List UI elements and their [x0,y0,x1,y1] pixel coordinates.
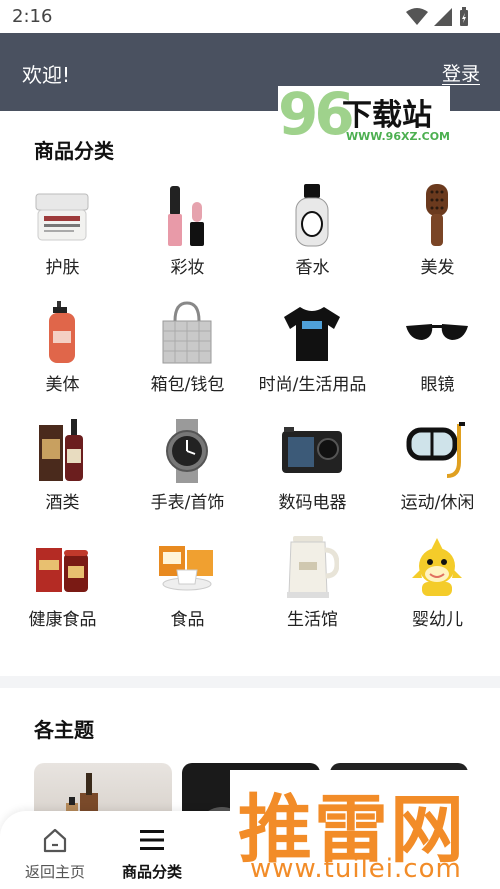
category-label: 彩妆 [170,258,205,278]
watermark-96xz: 96 下载站 WWW.96XZ.COM [278,80,450,148]
category-sports[interactable]: 运动/休闲 [375,418,500,528]
category-baby[interactable]: 婴幼儿 [375,535,500,645]
category-label: 酒类 [45,493,80,513]
category-digital[interactable]: 数码电器 [250,418,375,528]
baby-shark-plush-icon [397,535,477,601]
category-living[interactable]: 生活馆 [250,535,375,645]
category-label: 香水 [295,258,330,278]
category-fashion[interactable]: 时尚/生活用品 [250,300,375,410]
category-hair[interactable]: 美发 [375,183,500,293]
category-food[interactable]: 食品 [125,535,250,645]
t-shirt-icon [272,300,352,366]
wristwatch-icon [147,418,227,484]
category-label: 数码电器 [278,493,347,513]
menu-icon [107,825,197,855]
category-label: 健康食品 [28,610,97,630]
category-label: 箱包/钱包 [150,375,225,395]
watermark-url: www.tuilei.com [250,854,462,884]
tote-bag-icon [147,300,227,366]
login-link[interactable]: 登录 [442,59,480,86]
category-liquor[interactable]: 酒类 [0,418,125,528]
lip-gloss-icon [147,183,227,249]
category-label: 婴幼儿 [412,610,463,630]
cream-jar-icon [22,183,102,249]
electric-kettle-icon [272,535,352,601]
tab-label: 商品分类 [121,863,182,881]
category-label: 美发 [420,258,455,278]
category-label: 护肤 [45,258,80,278]
status-icons [406,7,470,27]
hair-brush-icon [397,183,477,249]
welcome-text: 欢迎! [22,63,71,87]
home-icon [10,825,100,855]
category-label: 时尚/生活用品 [258,375,367,395]
sunglasses-icon [397,300,477,366]
body-wash-bottle-icon [22,300,102,366]
tea-set-icon [147,535,227,601]
tab-categories[interactable]: 商品分类 [107,825,197,882]
section-divider [0,676,500,688]
tab-home[interactable]: 返回主页 [10,825,100,882]
wifi-icon [406,8,428,25]
category-perfume[interactable]: 香水 [250,183,375,293]
ginseng-box-icon [22,535,102,601]
category-label: 手表/首饰 [150,493,225,513]
category-label: 生活馆 [287,610,338,630]
themes-title: 各主题 [34,718,94,742]
battery-icon [460,7,468,26]
watermark-tuilei: 推雷网 www.tuilei.com [230,770,500,889]
perfume-bottle-icon [272,183,352,249]
category-makeup[interactable]: 彩妆 [125,183,250,293]
category-glasses[interactable]: 眼镜 [375,300,500,410]
status-time: 2:16 [12,6,53,27]
diving-mask-icon [397,418,477,484]
category-label: 美体 [45,375,80,395]
watermark-name: 下载站 [342,98,432,133]
category-label: 食品 [170,610,205,630]
category-skincare[interactable]: 护肤 [0,183,125,293]
category-body[interactable]: 美体 [0,300,125,410]
category-bags[interactable]: 箱包/钱包 [125,300,250,410]
watermark-number: 96 [278,80,355,148]
category-watches[interactable]: 手表/首饰 [125,418,250,528]
categories-title: 商品分类 [34,139,114,163]
category-label: 眼镜 [420,375,455,395]
action-camera-icon [272,418,352,484]
status-bar: 2:16 [0,0,500,33]
watermark-url: WWW.96XZ.COM [346,130,450,143]
liquor-bottle-icon [22,418,102,484]
tab-label: 返回主页 [24,863,85,881]
category-label: 运动/休闲 [400,493,475,513]
category-health-food[interactable]: 健康食品 [0,535,125,645]
signal-icon [434,8,452,26]
